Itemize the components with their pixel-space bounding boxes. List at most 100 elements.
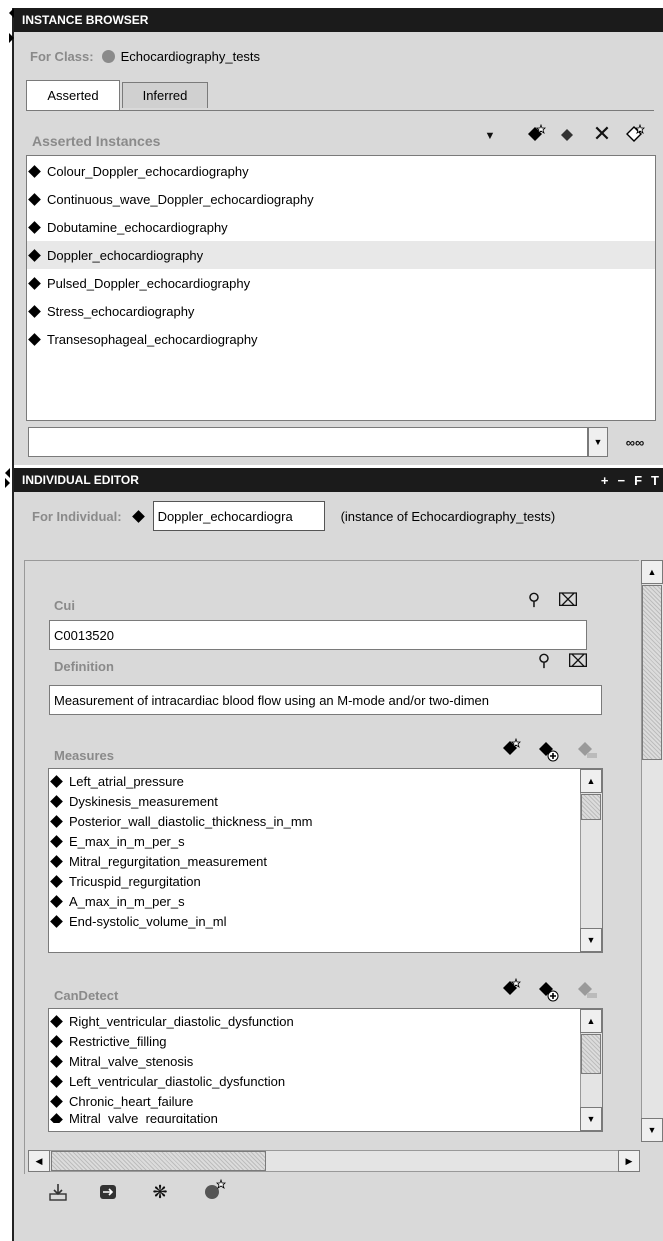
for-individual-label: For Individual: [32, 508, 122, 524]
candetect-scroll-up[interactable]: ▲ [580, 1009, 602, 1033]
arrow-right-icon[interactable] [96, 1180, 120, 1204]
candetect-item-label: Restrictive_filling [69, 1033, 167, 1049]
for-class-label: For Class: [30, 48, 94, 64]
instance-label: Doppler_echocardiography [47, 247, 204, 263]
measure-label: A_max_in_m_per_s [69, 893, 185, 909]
editor-scroll-left[interactable]: ◀ [28, 1150, 50, 1172]
list-item[interactable]: Left_ventricular_diastolic_dysfunction [49, 1071, 602, 1091]
list-item[interactable]: Mitral_regurgitation_measurement [49, 851, 602, 871]
candetect-item-label: Left_ventricular_diastolic_dysfunction [69, 1073, 286, 1089]
list-item[interactable]: Mitral_valve_stenosis [49, 1051, 602, 1071]
list-item[interactable]: Stress_echocardiography [27, 297, 655, 325]
list-item[interactable]: Tricuspid_regurgitation [49, 871, 602, 891]
instance-label: Colour_Doppler_echocardiography [47, 163, 249, 179]
individual-diamond-icon [28, 164, 41, 178]
add-control[interactable]: + [601, 473, 609, 488]
list-item[interactable]: Left_atrial_pressure [49, 771, 602, 791]
list-item[interactable]: A_max_in_m_per_s [49, 891, 602, 911]
list-item[interactable]: Restrictive_filling [49, 1031, 602, 1051]
definition-field[interactable]: Measurement of intracardiac blood flow u… [49, 685, 602, 715]
tab-asserted[interactable]: Asserted [26, 80, 120, 110]
add-value-icon[interactable] [534, 738, 562, 764]
individual-diamond-icon [50, 834, 63, 848]
t-control[interactable]: T [651, 473, 659, 488]
instance-list[interactable]: Colour_Doppler_echocardiography Continuo… [26, 155, 656, 421]
search-icon[interactable]: ⚲ [523, 589, 545, 611]
measure-label: Tricuspid_regurgitation [69, 873, 201, 889]
candetect-list[interactable]: Right_ventricular_diastolic_dysfunction … [48, 1008, 603, 1132]
create-value-icon[interactable] [498, 736, 524, 760]
list-item[interactable]: Chronic_heart_failure [49, 1091, 602, 1111]
list-item[interactable]: E_max_in_m_per_s [49, 831, 602, 851]
add-value-icon[interactable] [534, 978, 562, 1004]
individual-name-field[interactable]: Doppler_echocardiogra [152, 501, 325, 531]
editor-collapse-right-icon[interactable] [5, 478, 10, 488]
instance-of-label: (instance of Echocardiography_tests) [340, 508, 556, 524]
create-value-icon[interactable] [498, 976, 524, 1000]
list-item[interactable]: Right_ventricular_diastolic_dysfunction [49, 1011, 602, 1031]
import-icon[interactable] [46, 1180, 70, 1204]
list-item[interactable]: Dyskinesis_measurement [49, 791, 602, 811]
remove-value-icon[interactable] [573, 738, 601, 764]
candetect-scroll-thumb[interactable] [581, 1034, 601, 1074]
remove-control[interactable]: − [618, 473, 626, 488]
measure-label: Dyskinesis_measurement [69, 793, 218, 809]
list-item[interactable]: Transesophageal_echocardiography [27, 325, 655, 353]
search-icon[interactable]: ⚲ [533, 650, 555, 672]
class-name: Echocardiography_tests [120, 48, 261, 64]
list-item-selected[interactable]: Doppler_echocardiography [27, 241, 655, 269]
binoculars-icon[interactable]: ∞∞ [622, 430, 648, 454]
diamond-icon[interactable] [556, 124, 578, 146]
measures-scroll-down[interactable]: ▼ [580, 928, 602, 952]
candetect-item-label: Right_ventricular_diastolic_dysfunction [69, 1013, 294, 1029]
instance-browser-title: INSTANCE BROWSER [22, 13, 149, 27]
individual-diamond-icon [28, 192, 41, 206]
copy-instance-icon[interactable] [622, 122, 648, 146]
editor-hscroll-thumb[interactable] [51, 1151, 266, 1171]
instance-label: Continuous_wave_Doppler_echocardiography [47, 191, 314, 207]
dropdown-arrow-icon[interactable]: ▼ [482, 126, 498, 146]
f-control[interactable]: F [634, 473, 642, 488]
individual-diamond-icon [50, 1074, 63, 1088]
list-item[interactable]: Mitral_valve_regurgitation [49, 1111, 602, 1123]
create-class-icon[interactable] [200, 1176, 228, 1204]
list-item[interactable]: Dobutamine_echocardiography [27, 213, 655, 241]
for-class-row: For Class: Echocardiography_tests [30, 44, 260, 68]
individual-diamond-icon [28, 220, 41, 234]
list-item[interactable]: Pulsed_Doppler_echocardiography [27, 269, 655, 297]
list-item[interactable]: Posterior_wall_diastolic_thickness_in_mm [49, 811, 602, 831]
measures-scroll-thumb[interactable] [581, 794, 601, 820]
measure-label: Left_atrial_pressure [69, 773, 184, 789]
clear-icon[interactable]: ⌧ [567, 650, 589, 672]
individual-diamond-icon [50, 1014, 63, 1028]
individual-diamond-icon [50, 1034, 63, 1048]
search-dropdown-button[interactable]: ▼ [588, 427, 608, 457]
create-instance-icon[interactable] [524, 122, 548, 146]
cui-field[interactable]: C0013520 [49, 620, 587, 650]
candetect-label: CanDetect [54, 988, 119, 1003]
for-individual-row: For Individual: Doppler_echocardiogra (i… [32, 500, 555, 532]
clear-icon[interactable]: ⌧ [557, 589, 579, 611]
editor-scroll-up[interactable]: ▲ [641, 560, 663, 584]
list-item[interactable]: End-systolic_volume_in_ml [49, 911, 602, 931]
tab-inferred-label: Inferred [142, 88, 188, 103]
list-item[interactable]: Colour_Doppler_echocardiography [27, 157, 655, 185]
individual-diamond-icon [28, 276, 41, 290]
remove-value-icon[interactable] [573, 978, 601, 1004]
delete-icon[interactable]: ✕ [590, 121, 614, 146]
candetect-scroll-down[interactable]: ▼ [580, 1107, 602, 1131]
bug-icon[interactable]: ❋ [148, 1180, 172, 1204]
list-item[interactable]: Continuous_wave_Doppler_echocardiography [27, 185, 655, 213]
individual-diamond-icon [50, 894, 63, 908]
tab-inferred[interactable]: Inferred [122, 82, 208, 108]
individual-diamond-icon [50, 854, 63, 868]
measures-list[interactable]: Left_atrial_pressure Dyskinesis_measurem… [48, 768, 603, 953]
editor-collapse-left-icon[interactable] [5, 468, 10, 478]
editor-scroll-thumb[interactable] [642, 585, 662, 760]
editor-scroll-right[interactable]: ▶ [618, 1150, 640, 1172]
tab-divider [26, 110, 654, 111]
measures-scroll-up[interactable]: ▲ [580, 769, 602, 793]
editor-scroll-down[interactable]: ▼ [641, 1118, 663, 1142]
instance-search-input[interactable] [28, 427, 588, 457]
instance-label: Pulsed_Doppler_echocardiography [47, 275, 251, 291]
